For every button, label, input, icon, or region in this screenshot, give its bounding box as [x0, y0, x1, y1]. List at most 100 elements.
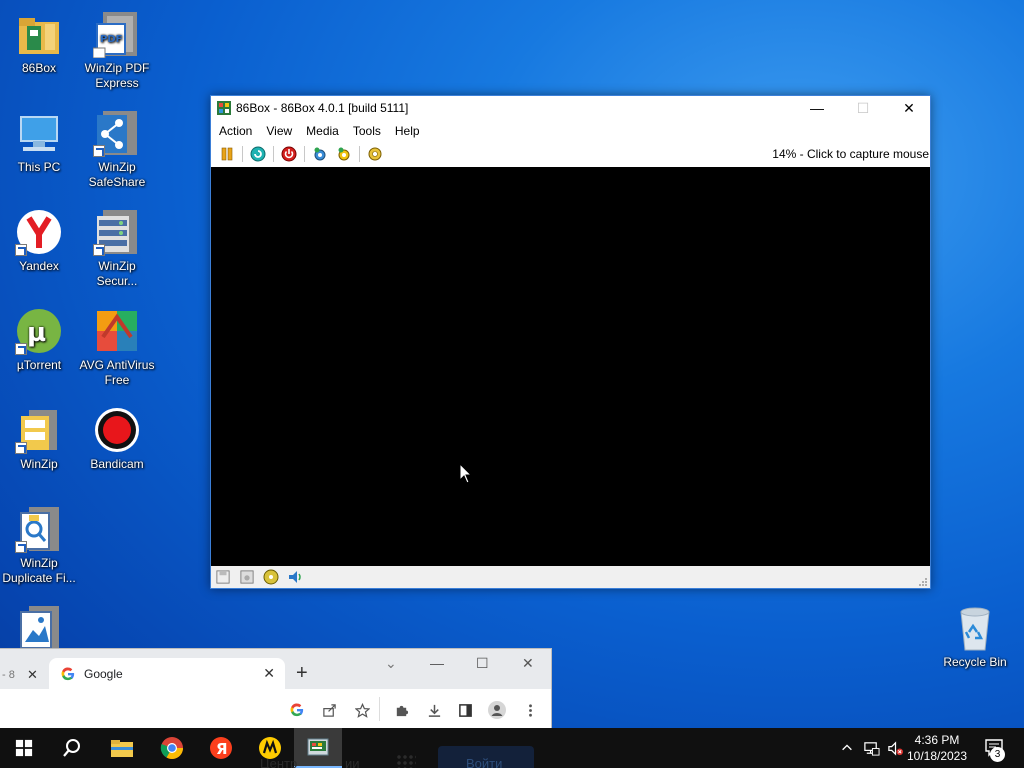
tab-close-icon[interactable]: ✕ — [263, 665, 275, 682]
cdrom-icon[interactable] — [262, 569, 280, 585]
floppy-drive-2-icon[interactable] — [238, 569, 256, 585]
desktop-icon-86box[interactable]: 86Box — [0, 10, 78, 76]
chrome-tab-previous[interactable]: - 8 ✕ — [0, 661, 48, 689]
ctrl-alt-del-button[interactable] — [247, 144, 269, 164]
google-lens-icon[interactable] — [288, 701, 306, 719]
tab-search-chevron-icon[interactable]: ⌄ — [385, 655, 397, 672]
volume-muted-icon[interactable] — [886, 739, 904, 757]
desktop-icon-avg[interactable]: AVG AntiVirus Free — [78, 307, 156, 388]
shortcut-arrow-icon — [93, 244, 105, 256]
maximize-button[interactable]: ☐ — [840, 96, 886, 120]
show-hidden-icons-chevron-icon[interactable] — [838, 739, 856, 757]
login-button-ghost: Войти — [438, 746, 534, 768]
desktop-icon-winzip-safeshare[interactable]: WinZip SafeShare — [78, 109, 156, 190]
86box-window[interactable]: 86Box - 86Box 4.0.1 [build 5111] — ☐ ✕ A… — [210, 95, 931, 589]
resize-grip-icon[interactable] — [918, 576, 928, 586]
previous-tab-close-icon[interactable]: ✕ — [27, 661, 38, 689]
chrome-close-button[interactable]: ✕ — [522, 655, 534, 672]
windows-logo-icon — [15, 739, 33, 757]
share-icon[interactable] — [320, 701, 338, 719]
desktop-icon-label: WinZip PDF Express — [84, 61, 150, 90]
power-button[interactable] — [278, 144, 300, 164]
desktop-icon-label: WinZip — [20, 457, 58, 471]
86box-titlebar[interactable]: 86Box - 86Box 4.0.1 [build 5111] — ☐ ✕ — [211, 96, 930, 120]
downloads-icon[interactable] — [425, 701, 443, 719]
shortcut-arrow-icon — [15, 244, 27, 256]
profile-avatar-icon[interactable] — [488, 701, 506, 719]
network-icon[interactable] — [862, 739, 880, 757]
winzip-icon — [15, 406, 63, 454]
menu-view[interactable]: View — [259, 124, 299, 138]
power-icon — [281, 146, 297, 162]
side-panel-icon[interactable] — [456, 701, 474, 719]
search-icon — [63, 739, 80, 757]
ghost-text-behind: ии — [345, 756, 360, 768]
shortcut-arrow-icon — [15, 442, 27, 454]
desktop-icon-winzip-secure[interactable]: WinZip Secur... — [78, 208, 156, 289]
menu-tools[interactable]: Tools — [346, 124, 388, 138]
new-tab-button[interactable]: + — [296, 663, 308, 683]
toolbar-separator — [304, 146, 305, 162]
hard-reset-button[interactable] — [309, 144, 331, 164]
file-explorer-taskbar[interactable] — [98, 728, 146, 768]
capture-status-text[interactable]: 14% - Click to capture mouse — [772, 147, 929, 161]
yandex-taskbar[interactable]: Я — [197, 728, 245, 768]
chrome-toolbar — [0, 689, 551, 729]
desktop-icon-label: µTorrent — [16, 358, 62, 372]
desktop-icon-bandicam[interactable]: Bandicam — [78, 406, 156, 472]
desktop-icon-winzip[interactable]: WinZip — [0, 406, 78, 472]
extensions-puzzle-icon[interactable] — [392, 701, 410, 719]
minimize-button[interactable]: — — [794, 96, 840, 120]
menu-media[interactable]: Media — [299, 124, 346, 138]
close-button[interactable]: ✕ — [886, 96, 932, 120]
desktop-icon-label: WinZip SafeShare — [88, 160, 146, 189]
screenshot-button[interactable] — [364, 144, 386, 164]
chrome-window[interactable]: - 8 ✕ Google ✕ + ⌄ — ☐ ✕ — [0, 648, 552, 729]
reset-icon — [250, 146, 266, 162]
desktop-icon-label: WinZip Secur... — [96, 259, 138, 288]
floppy-drive-icon[interactable] — [214, 569, 232, 585]
pause-button[interactable] — [216, 144, 238, 164]
menu-help[interactable]: Help — [388, 124, 427, 138]
svg-text:Я: Я — [216, 740, 228, 758]
tab-title: Google — [84, 667, 123, 681]
desktop-icon-yandex[interactable]: Yandex — [0, 208, 78, 274]
86box-taskbar[interactable] — [294, 728, 342, 768]
chrome-minimize-button[interactable]: — — [430, 655, 444, 671]
desktop-icon-label: 86Box — [21, 61, 57, 75]
settings-gear-yellow-icon — [338, 147, 350, 161]
chrome-taskbar[interactable] — [148, 728, 196, 768]
chrome-tabstrip: - 8 ✕ Google ✕ + ⌄ — ☐ ✕ — [0, 649, 551, 689]
desktop-icon-utorrent[interactable]: µ µTorrent — [0, 307, 78, 373]
emulator-screen[interactable] — [211, 167, 930, 567]
86box-toolbar: 14% - Click to capture mouse — [211, 142, 930, 166]
winzip-image-icon — [15, 604, 63, 652]
chrome-menu-icon[interactable] — [521, 701, 539, 719]
shortcut-arrow-icon — [93, 145, 105, 157]
settings-button[interactable] — [333, 144, 355, 164]
yandex-icon: Я — [210, 737, 232, 759]
desktop-icon-this-pc[interactable]: This PC — [0, 109, 78, 175]
apps-grid-icon — [396, 754, 416, 768]
desktop-icon-recycle-bin[interactable]: Recycle Bin — [936, 604, 1014, 670]
chrome-maximize-button[interactable]: ☐ — [476, 655, 489, 672]
desktop-icon-winzip-duplicate[interactable]: WinZip Duplicate Fi... — [0, 505, 78, 586]
toolbar-separator — [273, 146, 274, 162]
desktop-icon-winzip-pdf[interactable]: PDF WinZip PDF Express — [78, 10, 156, 91]
folder-icon — [15, 10, 63, 58]
clock-time: 4:36 PM — [914, 733, 960, 747]
previous-tab-title: - 8 — [2, 669, 15, 681]
sound-icon[interactable] — [286, 569, 304, 585]
system-clock[interactable]: 4:36 PM 10/18/2023 — [906, 732, 968, 764]
start-button[interactable] — [0, 728, 48, 768]
search-button[interactable] — [48, 728, 96, 768]
taskbar: Я Центр ии Войти 4:36 PM 10/18/2023 3 — [0, 728, 1024, 768]
google-icon — [61, 667, 75, 681]
login-button-label: Войти — [466, 756, 503, 768]
menu-action[interactable]: Action — [212, 124, 259, 138]
bookmark-star-icon[interactable] — [353, 701, 371, 719]
chrome-tab-google[interactable]: Google ✕ — [49, 658, 285, 689]
pause-icon — [221, 147, 233, 161]
clock-date: 10/18/2023 — [906, 749, 968, 763]
gear-icon — [368, 147, 382, 161]
